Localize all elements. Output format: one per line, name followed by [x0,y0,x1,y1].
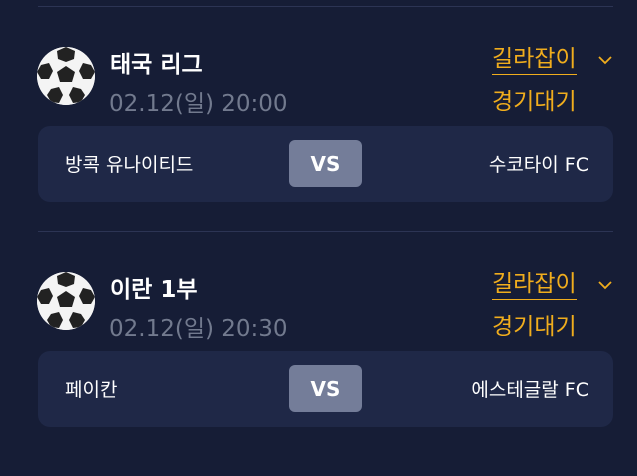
match-datetime: 02.12(일) 20:00 [109,91,288,117]
guide-link[interactable]: 길라잡이 [492,269,577,300]
home-team: 페이칸 [65,379,118,401]
teams-card[interactable]: 페이칸 VS 에스테글랄 FC [38,351,613,427]
league-name: 이란 1부 [110,277,198,303]
league-name: 태국 리그 [110,52,203,78]
match-datetime: 02.12(일) 20:30 [109,316,288,342]
vs-badge: VS [289,365,362,412]
top-divider [38,6,613,7]
chevron-down-icon[interactable] [597,54,613,66]
soccer-ball-icon [37,47,95,105]
away-team: 에스테글랄 FC [471,379,589,401]
match-item: 태국 리그 02.12(일) 20:00 길라잡이 경기대기 방콕 유나이티드 … [0,46,637,251]
match-divider [38,231,613,232]
away-team: 수코타이 FC [488,154,589,176]
match-status: 경기대기 [492,314,577,340]
soccer-ball-icon [37,272,95,330]
chevron-down-icon[interactable] [597,279,613,291]
vs-badge: VS [289,140,362,187]
match-item: 이란 1부 02.12(일) 20:30 길라잡이 경기대기 페이칸 VS 에스… [0,271,637,476]
match-status: 경기대기 [492,89,577,115]
home-team: 방콕 유나이티드 [65,154,194,176]
guide-link[interactable]: 길라잡이 [492,44,577,75]
teams-card[interactable]: 방콕 유나이티드 VS 수코타이 FC [38,126,613,202]
